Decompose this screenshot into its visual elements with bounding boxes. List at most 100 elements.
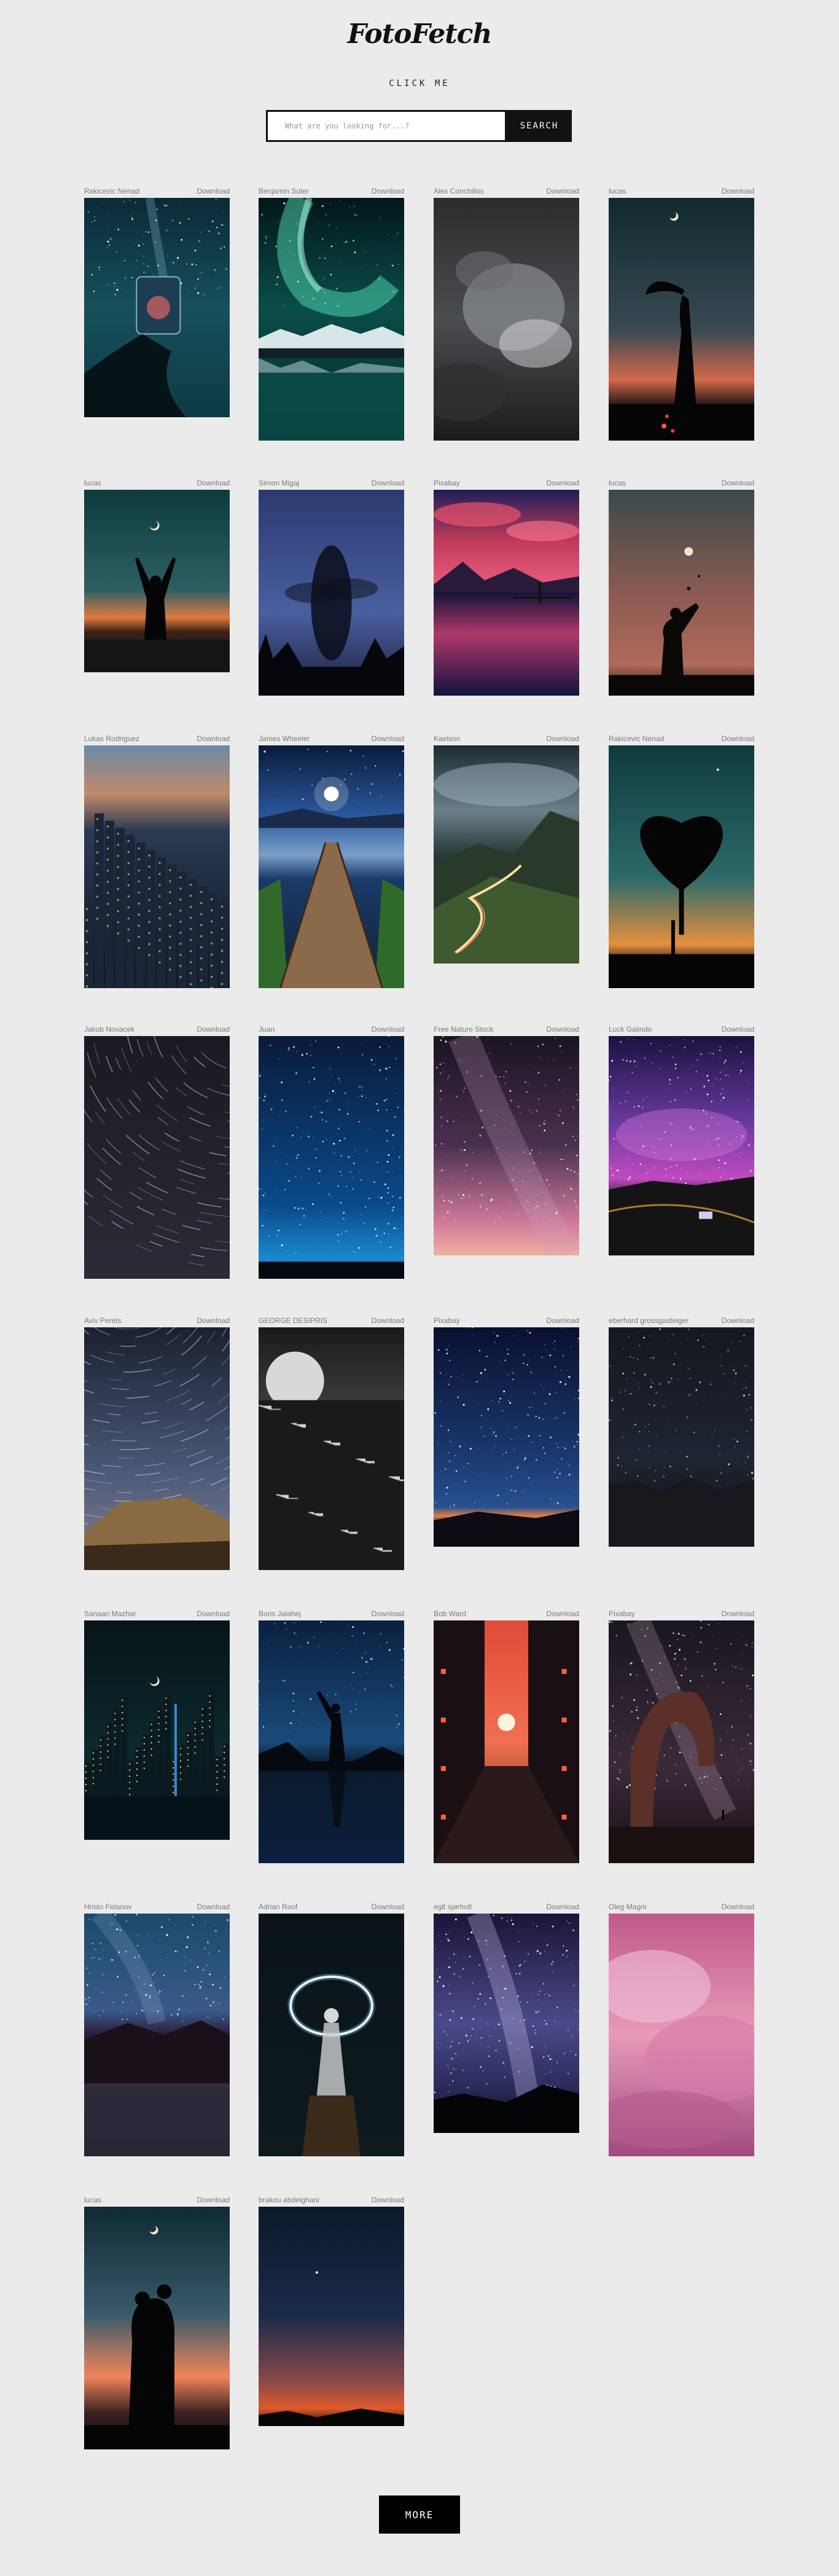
- photo-image[interactable]: [84, 198, 230, 417]
- download-link[interactable]: Download: [722, 1316, 754, 1325]
- photo-author[interactable]: lucas: [609, 187, 626, 195]
- download-link[interactable]: Download: [547, 187, 579, 195]
- photo-image[interactable]: [609, 198, 754, 441]
- photo-image[interactable]: [609, 1914, 754, 2156]
- search-input[interactable]: [266, 110, 507, 142]
- photo-image[interactable]: [259, 745, 404, 988]
- photo-image[interactable]: [84, 1036, 230, 1279]
- download-link[interactable]: Download: [547, 479, 579, 487]
- photo-card: lucas Download: [84, 2194, 230, 2449]
- photo-image[interactable]: [84, 490, 230, 672]
- photo-author[interactable]: Oleg Magni: [609, 1903, 646, 1911]
- photo-author[interactable]: lucas: [84, 2196, 101, 2204]
- photo-author[interactable]: Boris Jalahej: [259, 1609, 301, 1618]
- photo-image[interactable]: [609, 1620, 754, 1863]
- photo-author[interactable]: Kaelson: [434, 734, 460, 743]
- photo-author[interactable]: lucas: [609, 479, 626, 487]
- photo-image[interactable]: [84, 1620, 230, 1840]
- photo-meta: GEORGE DESIPRIS Download: [259, 1315, 404, 1326]
- photo-image[interactable]: [434, 745, 579, 964]
- photo-image[interactable]: [434, 1620, 579, 1863]
- download-link[interactable]: Download: [372, 187, 404, 195]
- photo-image[interactable]: [84, 1327, 230, 1570]
- more-button[interactable]: MORE: [379, 2496, 460, 2534]
- download-link[interactable]: Download: [197, 1025, 230, 1034]
- photo-author[interactable]: Alex Conchillos: [434, 187, 484, 195]
- download-link[interactable]: Download: [547, 1609, 579, 1618]
- download-link[interactable]: Download: [372, 1609, 404, 1618]
- photo-author[interactable]: GEORGE DESIPRIS: [259, 1316, 327, 1325]
- download-link[interactable]: Download: [722, 1025, 754, 1034]
- photo-author[interactable]: James Wheeler: [259, 734, 310, 743]
- photo-author[interactable]: Sanaan Mazhar: [84, 1609, 136, 1618]
- photo-image[interactable]: [259, 1620, 404, 1863]
- photo-image[interactable]: [434, 198, 579, 441]
- photo-author[interactable]: Luck Galindo: [609, 1025, 652, 1034]
- download-link[interactable]: Download: [547, 734, 579, 743]
- search-button[interactable]: SEARCH: [507, 110, 572, 142]
- photo-author[interactable]: Bob Ward: [434, 1609, 466, 1618]
- photo-meta: Pixabay Download: [434, 1315, 579, 1326]
- download-link[interactable]: Download: [722, 1609, 754, 1618]
- photo-image[interactable]: [434, 490, 579, 696]
- photo-card: Lukas Rodriguez Download: [84, 733, 230, 988]
- photo-author[interactable]: Pixabay: [434, 1316, 460, 1325]
- photo-author[interactable]: Hristo Fidanov: [84, 1903, 131, 1911]
- click-me-link[interactable]: CLICK ME: [0, 79, 839, 88]
- photo-author[interactable]: Adrian Roof: [259, 1903, 297, 1911]
- photo-author[interactable]: Juan: [259, 1025, 275, 1034]
- photo-image[interactable]: [434, 1327, 579, 1547]
- photo-author[interactable]: Benjamin Suter: [259, 187, 309, 195]
- download-link[interactable]: Download: [547, 1316, 579, 1325]
- download-link[interactable]: Download: [722, 734, 754, 743]
- download-link[interactable]: Download: [372, 1025, 404, 1034]
- download-link[interactable]: Download: [197, 187, 230, 195]
- photo-author[interactable]: Jakub Novacek: [84, 1025, 135, 1034]
- logo[interactable]: FotoFetch: [0, 18, 839, 50]
- photo-image[interactable]: [609, 490, 754, 696]
- photo-author[interactable]: Lukas Rodriguez: [84, 734, 139, 743]
- photo-image[interactable]: [259, 1914, 404, 2156]
- photo-author[interactable]: Free Nature Stock: [434, 1025, 493, 1034]
- download-link[interactable]: Download: [197, 1316, 230, 1325]
- download-link[interactable]: Download: [197, 1903, 230, 1911]
- download-link[interactable]: Download: [372, 479, 404, 487]
- photo-author[interactable]: Rakicevic Nenad: [84, 187, 139, 195]
- download-link[interactable]: Download: [197, 479, 230, 487]
- download-link[interactable]: Download: [372, 1316, 404, 1325]
- download-link[interactable]: Download: [722, 1903, 754, 1911]
- photo-author[interactable]: Rakicevic Nenad: [609, 734, 664, 743]
- photo-image[interactable]: [609, 745, 754, 988]
- photo-image[interactable]: [609, 1327, 754, 1547]
- photo-author[interactable]: eglt sjørholt: [434, 1903, 472, 1911]
- photo-meta: eglt sjørholt Download: [434, 1901, 579, 1912]
- photo-image[interactable]: [84, 2207, 230, 2449]
- download-link[interactable]: Download: [197, 734, 230, 743]
- photo-image[interactable]: [609, 1036, 754, 1255]
- photo-author[interactable]: brakou abdelghani: [259, 2196, 319, 2204]
- download-link[interactable]: Download: [722, 479, 754, 487]
- download-link[interactable]: Download: [547, 1025, 579, 1034]
- photo-image[interactable]: [259, 2207, 404, 2426]
- download-link[interactable]: Download: [197, 1609, 230, 1618]
- photo-author[interactable]: eberhard grossgasteiger: [609, 1316, 689, 1325]
- photo-image[interactable]: [84, 1914, 230, 2156]
- download-link[interactable]: Download: [372, 2196, 404, 2204]
- photo-image[interactable]: [259, 1327, 404, 1570]
- photo-author[interactable]: lucas: [84, 479, 101, 487]
- photo-image[interactable]: [259, 198, 404, 441]
- download-link[interactable]: Download: [722, 187, 754, 195]
- photo-author[interactable]: Simon Migaj: [259, 479, 299, 487]
- photo-author[interactable]: Aviv Perets: [84, 1316, 121, 1325]
- download-link[interactable]: Download: [372, 734, 404, 743]
- photo-author[interactable]: Pixabay: [609, 1609, 635, 1618]
- photo-image[interactable]: [434, 1036, 579, 1255]
- photo-image[interactable]: [434, 1914, 579, 2133]
- photo-image[interactable]: [84, 745, 230, 988]
- download-link[interactable]: Download: [197, 2196, 230, 2204]
- download-link[interactable]: Download: [372, 1903, 404, 1911]
- photo-author[interactable]: Pixabay: [434, 479, 460, 487]
- photo-image[interactable]: [259, 490, 404, 696]
- photo-image[interactable]: [259, 1036, 404, 1279]
- download-link[interactable]: Download: [547, 1903, 579, 1911]
